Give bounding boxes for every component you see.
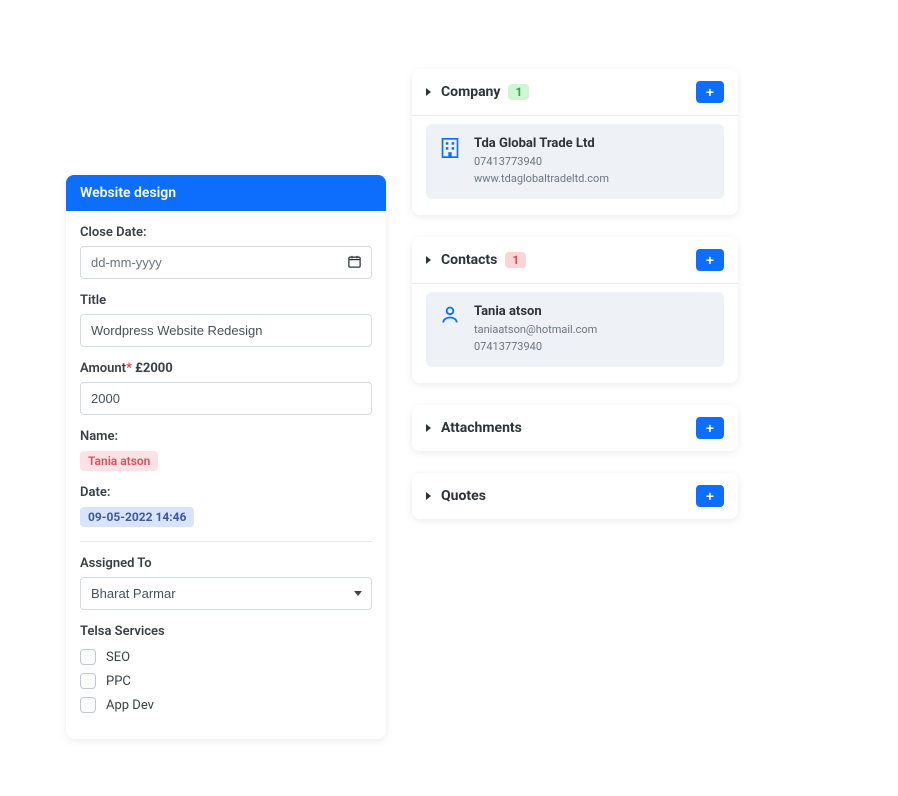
date-label: Date: — [80, 485, 372, 500]
contacts-panel: Contacts 1 + Tania atson taniaatson@hotm… — [412, 237, 738, 383]
title-input[interactable] — [80, 314, 372, 347]
title-label: Title — [80, 293, 372, 308]
chevron-right-icon — [426, 492, 431, 500]
name-badge[interactable]: Tania atson — [80, 451, 158, 471]
assigned-to-label: Assigned To — [80, 556, 372, 571]
plus-icon: + — [706, 85, 714, 99]
card-header: Website design — [66, 175, 386, 211]
attachments-panel: Attachments + — [412, 405, 738, 451]
contact-name: Tania atson — [474, 304, 597, 319]
quotes-panel-toggle[interactable]: Quotes — [426, 488, 486, 504]
service-row-seo: SEO — [80, 649, 372, 665]
close-date-input[interactable] — [80, 246, 372, 279]
services-label: Telsa Services — [80, 624, 372, 639]
chevron-right-icon — [426, 88, 431, 96]
contacts-count-badge: 1 — [505, 252, 526, 268]
amount-input[interactable] — [80, 382, 372, 415]
contacts-panel-toggle[interactable]: Contacts 1 — [426, 252, 526, 268]
service-checkbox-seo[interactable] — [80, 649, 96, 665]
contact-email: taniaatson@hotmail.com — [474, 322, 597, 339]
contact-phone: 07413773940 — [474, 339, 597, 356]
close-date-label: Close Date: — [80, 225, 372, 240]
service-checkbox-ppc[interactable] — [80, 673, 96, 689]
service-label: PPC — [106, 674, 131, 689]
chevron-right-icon — [426, 424, 431, 432]
plus-icon: + — [706, 253, 714, 267]
amount-label: Amount* £2000 — [80, 361, 372, 376]
plus-icon: + — [706, 489, 714, 503]
company-website: www.tdaglobaltradeltd.com — [474, 171, 609, 188]
add-company-button[interactable]: + — [696, 81, 724, 103]
contact-card[interactable]: Tania atson taniaatson@hotmail.com 07413… — [426, 292, 724, 367]
service-checkbox-appdev[interactable] — [80, 697, 96, 713]
company-panel-toggle[interactable]: Company 1 — [426, 84, 529, 100]
service-label: App Dev — [106, 698, 154, 713]
plus-icon: + — [706, 421, 714, 435]
name-label: Name: — [80, 429, 372, 444]
company-panel: Company 1 + Tda Global Trade Ltd 0741377… — [412, 69, 738, 215]
deal-form-card: Website design Close Date: Title Amount*… — [66, 175, 386, 739]
add-contact-button[interactable]: + — [696, 249, 724, 271]
divider — [80, 541, 372, 542]
company-card[interactable]: Tda Global Trade Ltd 07413773940 www.tda… — [426, 124, 724, 199]
chevron-right-icon — [426, 256, 431, 264]
service-row-ppc: PPC — [80, 673, 372, 689]
company-phone: 07413773940 — [474, 154, 609, 171]
quotes-panel: Quotes + — [412, 473, 738, 519]
attachments-panel-toggle[interactable]: Attachments — [426, 420, 522, 436]
add-quote-button[interactable]: + — [696, 485, 724, 507]
company-name: Tda Global Trade Ltd — [474, 136, 609, 151]
service-row-appdev: App Dev — [80, 697, 372, 713]
service-label: SEO — [106, 650, 130, 665]
add-attachment-button[interactable]: + — [696, 417, 724, 439]
person-icon — [440, 304, 462, 330]
date-badge: 09-05-2022 14:46 — [80, 507, 194, 527]
assigned-to-select[interactable]: Bharat Parmar — [80, 577, 372, 610]
building-icon — [440, 136, 462, 164]
company-count-badge: 1 — [508, 84, 529, 100]
